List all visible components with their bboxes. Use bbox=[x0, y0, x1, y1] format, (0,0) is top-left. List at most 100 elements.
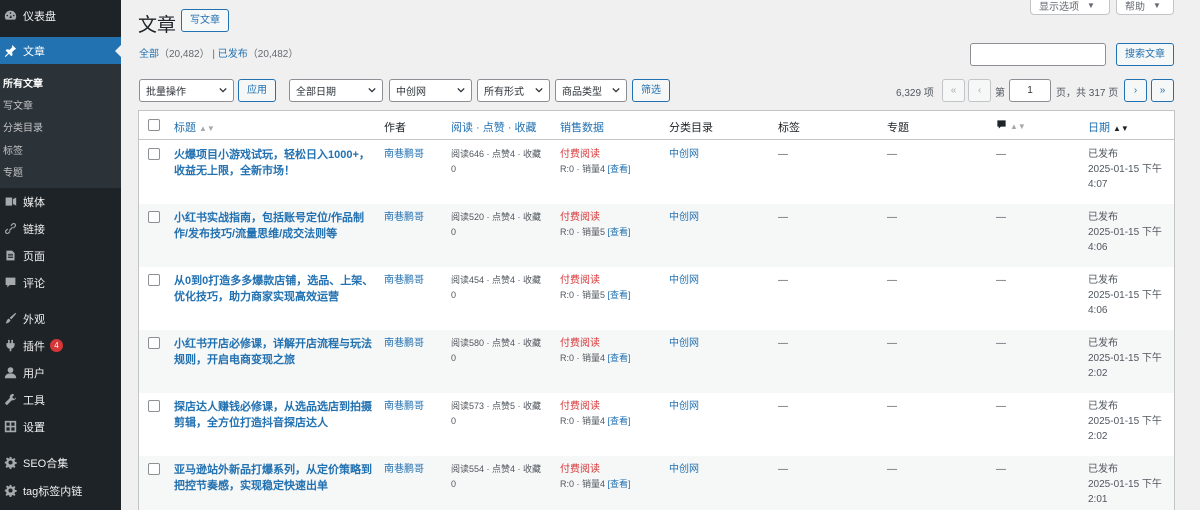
post-category-link[interactable]: 中创网 bbox=[669, 399, 699, 414]
view-all-count: （20,482） bbox=[159, 49, 210, 60]
post-sales: 付费阅读 R:0 · 销量4 [查看] bbox=[560, 462, 660, 492]
view-sales-link[interactable]: [查看] bbox=[608, 479, 631, 489]
view-published-link[interactable]: 已发布 bbox=[218, 49, 248, 60]
format-filter-value: 所有形式 bbox=[484, 87, 524, 98]
column-title[interactable]: 标题 ▲▼ bbox=[174, 119, 215, 135]
post-status: 已发布 bbox=[1088, 149, 1118, 160]
post-date: 已发布 2025-01-15 下午 2:01 bbox=[1088, 462, 1174, 507]
post-author-link[interactable]: 南巷鹏哥 bbox=[384, 147, 424, 162]
menu-plugins[interactable]: 插件 4 bbox=[0, 332, 121, 359]
search-input[interactable] bbox=[970, 43, 1106, 66]
apply-button[interactable]: 应用 bbox=[238, 79, 276, 102]
filter-button[interactable]: 筛选 bbox=[632, 79, 670, 102]
format-filter-select[interactable]: 所有形式 bbox=[477, 79, 550, 102]
sort-icon: ▲▼ bbox=[199, 124, 215, 133]
post-date: 已发布 2025-01-15 下午 2:02 bbox=[1088, 399, 1174, 444]
menu-users[interactable]: 用户 bbox=[0, 359, 121, 386]
post-category-link[interactable]: 中创网 bbox=[669, 273, 699, 288]
date-filter-select[interactable]: 全部日期 bbox=[289, 79, 383, 102]
search-posts-button[interactable]: 搜索文章 bbox=[1116, 43, 1174, 66]
menu-dashboard[interactable]: 仪表盘 bbox=[0, 2, 121, 29]
bulk-action-select[interactable]: 批量操作 bbox=[139, 79, 234, 102]
submenu-topics[interactable]: 专题 bbox=[3, 164, 23, 179]
menu-tag-links[interactable]: tag标签内链 bbox=[0, 477, 121, 504]
post-title-link[interactable]: 小红书实战指南，包括账号定位/作品制作/发布技巧/流量思维/成交法则等 bbox=[174, 210, 374, 242]
view-sales-link[interactable]: [查看] bbox=[608, 227, 631, 237]
product-type-select[interactable]: 商品类型 bbox=[555, 79, 627, 102]
post-status: 已发布 bbox=[1088, 401, 1118, 412]
media-icon bbox=[3, 195, 17, 209]
post-stats: 阅读580 · 点赞4 · 收藏 0 bbox=[451, 336, 551, 366]
view-sales-link[interactable]: [查看] bbox=[608, 290, 631, 300]
submenu-new-post[interactable]: 写文章 bbox=[3, 97, 33, 112]
screen-options-button[interactable]: 显示选项 ▼ bbox=[1030, 0, 1110, 15]
menu-dashboard-label: 仪表盘 bbox=[23, 10, 56, 23]
post-category-link[interactable]: 中创网 bbox=[669, 462, 699, 477]
next-page-button[interactable]: › bbox=[1124, 79, 1147, 102]
row-checkbox[interactable] bbox=[148, 148, 160, 160]
post-category-link[interactable]: 中创网 bbox=[669, 336, 699, 351]
row-checkbox[interactable] bbox=[148, 337, 160, 349]
menu-tools[interactable]: 工具 bbox=[0, 386, 121, 413]
view-all-link[interactable]: 全部 bbox=[139, 49, 159, 60]
post-favorites-count: 0 bbox=[451, 164, 457, 174]
menu-settings-label: 设置 bbox=[23, 421, 45, 434]
screen-options-label: 显示选项 bbox=[1039, 2, 1079, 13]
view-sales-link[interactable]: [查看] bbox=[608, 353, 631, 363]
row-checkbox[interactable] bbox=[148, 274, 160, 286]
submenu-tags[interactable]: 标签 bbox=[3, 142, 23, 157]
column-stats[interactable]: 阅读 · 点赞 · 收藏 bbox=[451, 119, 537, 135]
post-author-link[interactable]: 南巷鹏哥 bbox=[384, 399, 424, 414]
post-title-link[interactable]: 小红书开店必修课，详解开店流程与玩法规则，开启电商变现之旅 bbox=[174, 336, 374, 368]
menu-settings[interactable]: 设置 bbox=[0, 413, 121, 440]
site-filter-select[interactable]: 中创网 bbox=[389, 79, 472, 102]
menu-pages[interactable]: 页面 bbox=[0, 242, 121, 269]
post-title-link[interactable]: 亚马逊站外新品打爆系列，从定价策略到把控节奏感，实现稳定快速出单 bbox=[174, 462, 374, 494]
post-title-link[interactable]: 火爆项目小游戏试玩，轻松日入1000+，收益无上限，全新市场！ bbox=[174, 147, 374, 179]
post-author-link[interactable]: 南巷鹏哥 bbox=[384, 462, 424, 477]
menu-seo[interactable]: SEO合集 bbox=[0, 449, 121, 476]
current-page-input[interactable]: 1 bbox=[1009, 79, 1051, 102]
column-sales[interactable]: 销售数据 bbox=[560, 119, 604, 135]
post-title-link[interactable]: 探店达人赚钱必修课，从选品选店到拍摄剪辑，全方位打造抖音探店达人 bbox=[174, 399, 374, 431]
post-favorites-count: 0 bbox=[451, 416, 457, 426]
row-checkbox[interactable] bbox=[148, 463, 160, 475]
view-sales-link[interactable]: [查看] bbox=[608, 164, 631, 174]
view-sales-link[interactable]: [查看] bbox=[608, 416, 631, 426]
post-title-link[interactable]: 从0到0打造多多爆款店铺，选品、上架、优化技巧，助力商家实现高效运营 bbox=[174, 273, 374, 305]
post-author-link[interactable]: 南巷鹏哥 bbox=[384, 210, 424, 225]
prev-page-button[interactable]: ‹ bbox=[968, 79, 991, 102]
post-author-link[interactable]: 南巷鹏哥 bbox=[384, 273, 424, 288]
chevron-down-icon bbox=[368, 86, 376, 94]
menu-comments[interactable]: 评论 bbox=[0, 269, 121, 296]
posts-submenu: 所有文章 写文章 分类目录 标签 专题 bbox=[0, 64, 121, 188]
submenu-all-posts[interactable]: 所有文章 bbox=[3, 75, 43, 90]
help-button[interactable]: 帮助 ▼ bbox=[1116, 0, 1174, 15]
user-icon bbox=[3, 366, 17, 380]
page-title: 文章 bbox=[138, 15, 177, 36]
post-comments: — bbox=[996, 149, 1006, 160]
column-date[interactable]: 日期 ▲▼ bbox=[1088, 119, 1129, 135]
last-page-button[interactable]: » bbox=[1151, 79, 1174, 102]
row-checkbox[interactable] bbox=[148, 400, 160, 412]
menu-links[interactable]: 链接 bbox=[0, 215, 121, 242]
first-page-button[interactable]: « bbox=[942, 79, 965, 102]
post-category-link[interactable]: 中创网 bbox=[669, 210, 699, 225]
menu-media-label: 媒体 bbox=[23, 196, 45, 209]
paid-reading-label: 付费阅读 bbox=[560, 149, 600, 160]
table-row: 小红书开店必修课，详解开店流程与玩法规则，开启电商变现之旅 南巷鹏哥 阅读580… bbox=[139, 330, 1174, 393]
menu-appearance[interactable]: 外观 bbox=[0, 305, 121, 332]
row-checkbox[interactable] bbox=[148, 211, 160, 223]
column-comments[interactable]: ▲▼ bbox=[996, 119, 1026, 132]
post-topic: — bbox=[887, 275, 897, 286]
post-favorites-count: 0 bbox=[451, 353, 457, 363]
menu-media[interactable]: 媒体 bbox=[0, 188, 121, 215]
post-time-line: 4:07 bbox=[1088, 179, 1108, 190]
menu-posts[interactable]: 文章 bbox=[0, 37, 121, 64]
paid-reading-label: 付费阅读 bbox=[560, 401, 600, 412]
submenu-categories[interactable]: 分类目录 bbox=[3, 119, 43, 134]
add-new-post-button[interactable]: 写文章 bbox=[181, 9, 229, 32]
post-author-link[interactable]: 南巷鹏哥 bbox=[384, 336, 424, 351]
post-category-link[interactable]: 中创网 bbox=[669, 147, 699, 162]
select-all-checkbox[interactable] bbox=[148, 119, 160, 131]
